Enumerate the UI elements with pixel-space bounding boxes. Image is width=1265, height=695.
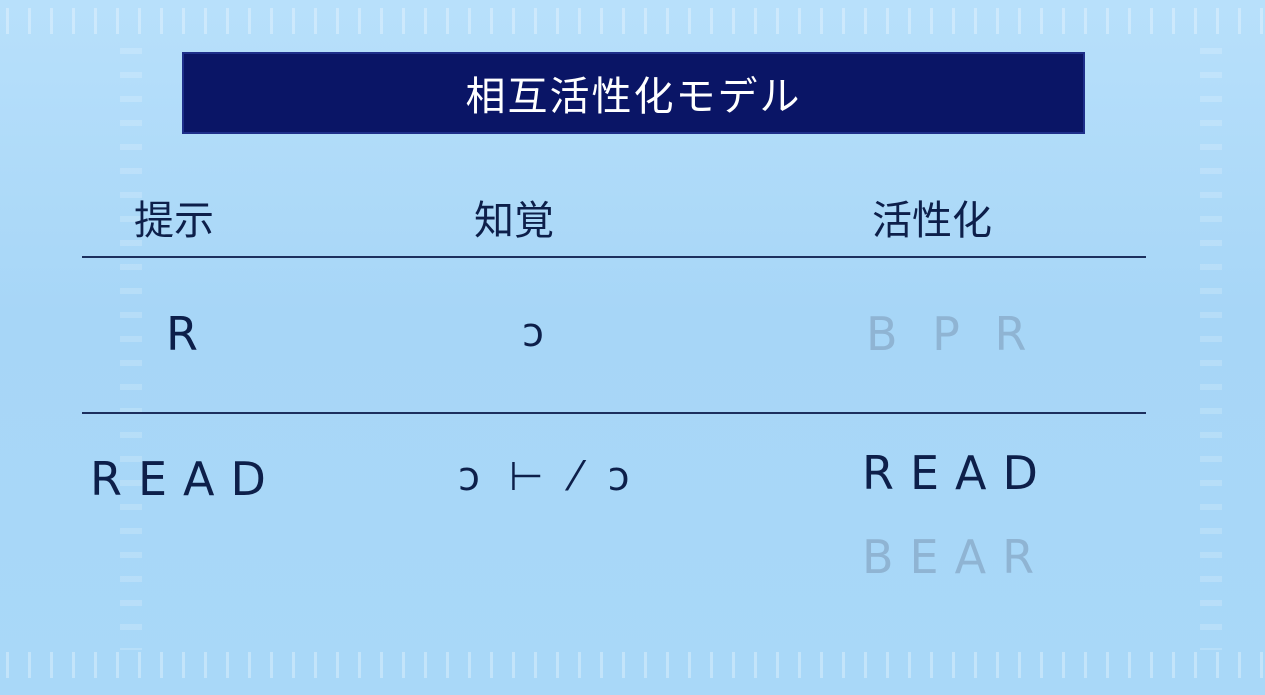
row2-activation-read: READ: [862, 446, 1054, 500]
row-divider: [82, 412, 1146, 414]
decorative-filmstrip-bottom: [0, 652, 1265, 678]
row1-activation: B P R: [866, 307, 1037, 361]
header-activation: 活性化: [872, 198, 992, 244]
row2-perception: ɔ ⊢ ⁄ ɔ: [458, 454, 638, 500]
page-title: 相互活性化モデル: [465, 74, 802, 120]
header-presentation: 提示: [134, 198, 214, 244]
title-bar: 相互活性化モデル: [182, 52, 1085, 134]
row2-presentation: READ: [90, 452, 282, 506]
decorative-filmstrip-top: [0, 8, 1265, 34]
decorative-strip-left: [120, 30, 142, 650]
row1-perception: ɔ: [522, 310, 552, 356]
row2-activation-bear: BEAR: [862, 530, 1051, 584]
decorative-strip-right: [1200, 30, 1222, 650]
header-divider: [82, 256, 1146, 258]
row1-presentation: R: [166, 307, 214, 361]
header-perception: 知覚: [474, 198, 554, 244]
